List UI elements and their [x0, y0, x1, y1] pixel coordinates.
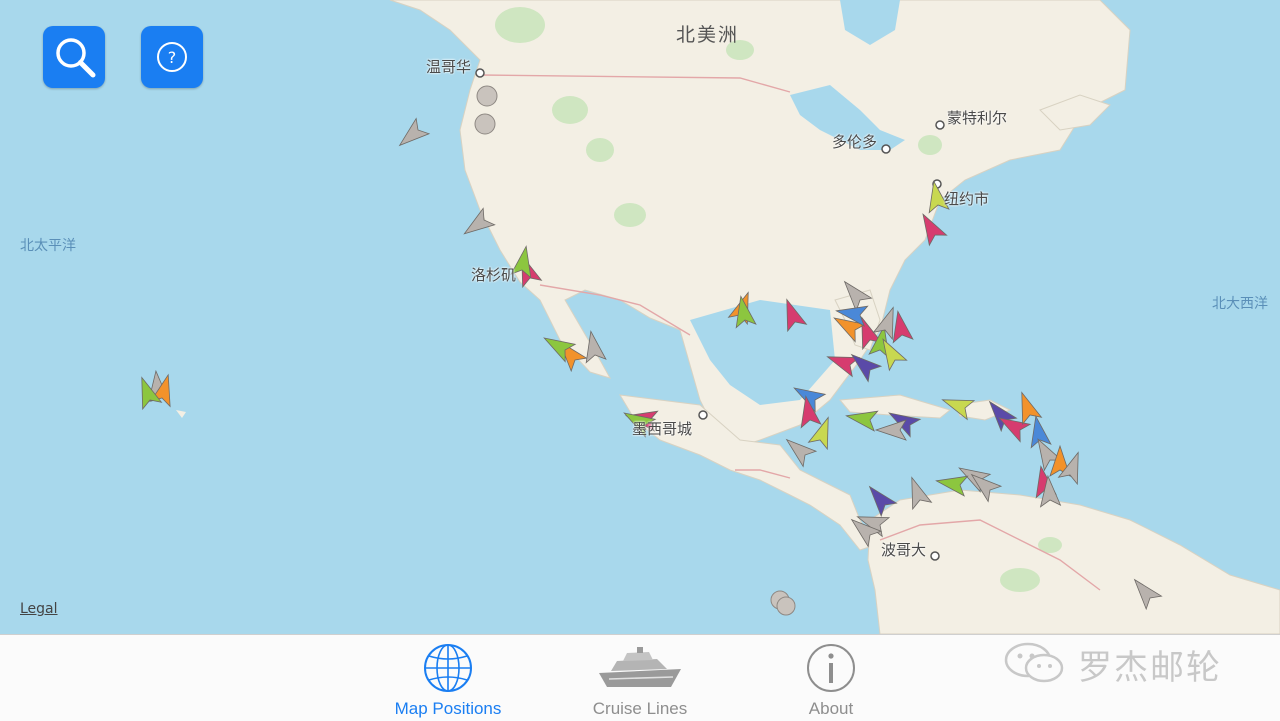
city-label-vancouver: 温哥华	[426, 58, 472, 76]
port-marker[interactable]	[474, 113, 496, 135]
city-label-los-angeles: 洛杉矶	[471, 266, 517, 284]
magnifier-icon	[56, 38, 96, 78]
tab-label: Map Positions	[394, 699, 502, 718]
legal-link[interactable]: Legal	[20, 601, 58, 617]
tab-label: About	[808, 699, 854, 718]
watermark: 罗杰邮轮	[1000, 640, 1260, 688]
wechat-icon	[1004, 642, 1064, 683]
watermark-text: 罗杰邮轮	[1078, 648, 1222, 688]
continent-label: 北美洲	[676, 24, 740, 46]
port-marker[interactable]	[476, 85, 498, 107]
map-view[interactable]: 北美洲 温哥华 多伦多 蒙特利尔 纽约市 洛杉矶 墨西哥城 波哥大 北太平洋 北…	[0, 0, 1280, 635]
tab-label: Cruise Lines	[592, 699, 688, 718]
city-label-toronto: 多伦多	[832, 133, 878, 151]
help-glyph: ?	[168, 48, 177, 67]
city-label-new-york: 纽约市	[944, 190, 990, 208]
info-icon	[807, 644, 855, 692]
city-label-bogota: 波哥大	[881, 541, 927, 559]
city-label-mexico-city: 墨西哥城	[632, 420, 693, 438]
ocean-label-north-atlantic: 北大西洋	[1212, 296, 1268, 312]
globe-icon	[424, 644, 472, 692]
tab-cruise-lines[interactable]: Cruise Lines	[565, 635, 715, 721]
galapagos-marker[interactable]	[776, 596, 796, 616]
search-button[interactable]	[43, 26, 105, 88]
map-canvas[interactable]	[0, 0, 1280, 635]
question-circle-icon: ?	[157, 42, 187, 72]
tab-about[interactable]: About	[756, 635, 906, 721]
help-button[interactable]: ?	[141, 26, 203, 88]
city-label-montreal: 蒙特利尔	[947, 109, 1008, 127]
tab-map-positions[interactable]: Map Positions	[373, 635, 523, 721]
ocean-label-north-pacific: 北太平洋	[20, 238, 76, 254]
cruise-ship-icon	[599, 647, 681, 687]
